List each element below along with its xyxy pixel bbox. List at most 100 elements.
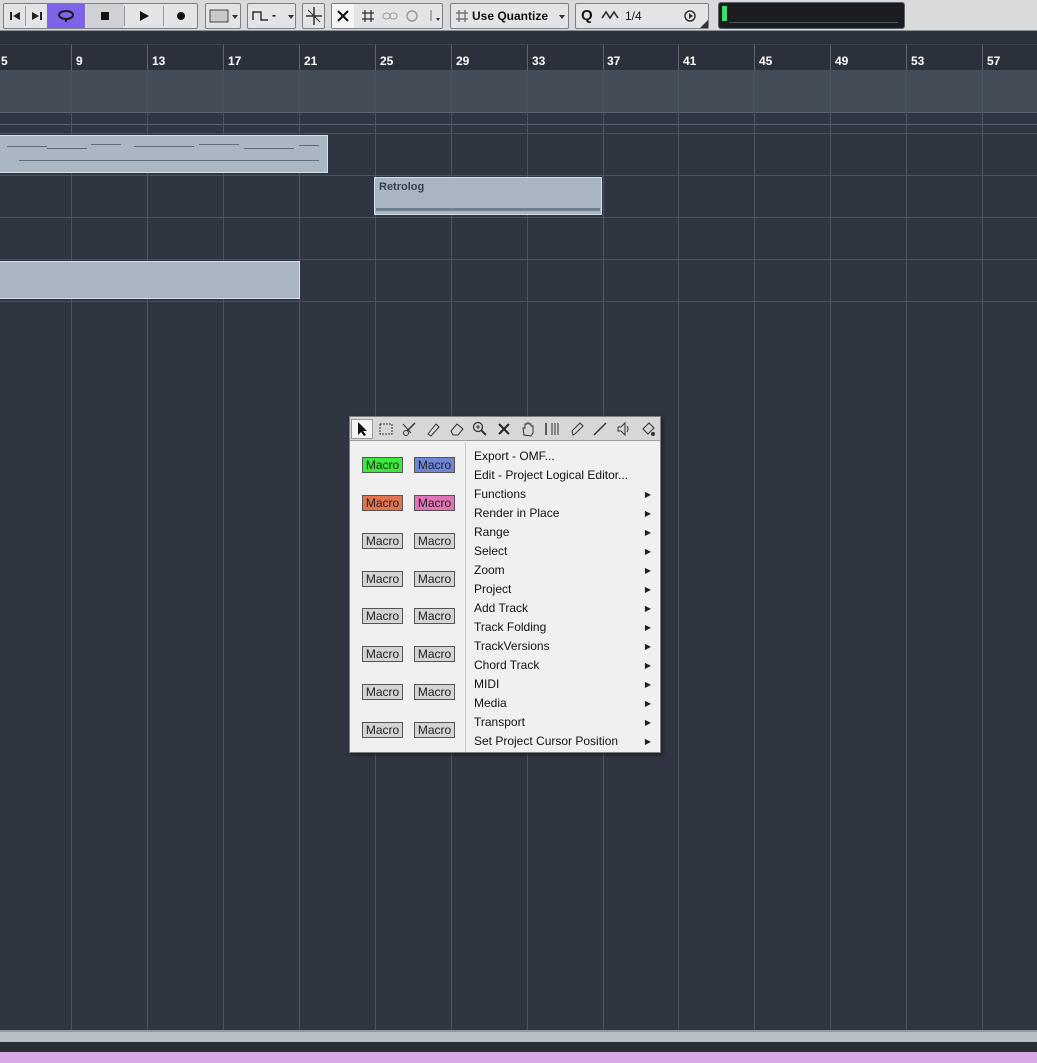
grid-line bbox=[71, 70, 72, 1030]
ruler-bar-number: 17 bbox=[228, 54, 242, 68]
chevron-down-icon bbox=[288, 15, 294, 19]
macro-button[interactable]: Macro bbox=[414, 495, 455, 511]
ruler-tick bbox=[451, 45, 452, 71]
macro-button[interactable]: Macro bbox=[414, 457, 455, 473]
macro-button[interactable]: Macro bbox=[362, 495, 403, 511]
menu-item-functions[interactable]: Functions ▶ bbox=[474, 485, 660, 504]
play-button[interactable] bbox=[125, 4, 163, 28]
macro-button[interactable]: Macro bbox=[362, 646, 403, 662]
macro-button[interactable]: Macro bbox=[362, 533, 403, 549]
menu-item-export-omf[interactable]: Export - OMF... bbox=[474, 447, 660, 466]
time-warp-tool-icon[interactable] bbox=[541, 419, 563, 439]
record-button[interactable] bbox=[164, 4, 198, 28]
menu-item-zoom[interactable]: Zoom ▶ bbox=[474, 561, 660, 580]
ruler-tick bbox=[375, 45, 376, 71]
ruler[interactable]: 5 9 13 17 21 25 29 33 37 41 45 49 53 57 bbox=[0, 44, 1037, 71]
wave-icon[interactable] bbox=[600, 6, 620, 26]
ruler-bar-number: 5 bbox=[1, 54, 8, 68]
menu-item-select[interactable]: Select ▶ bbox=[474, 542, 660, 561]
quantize-panel-icon[interactable] bbox=[683, 9, 697, 23]
insert-button[interactable] bbox=[424, 4, 442, 28]
menu-item-project[interactable]: Project ▶ bbox=[474, 580, 660, 599]
menu-item-chord-track[interactable]: Chord Track ▶ bbox=[474, 656, 660, 675]
macro-panel: Macro Macro Macro Macro Macro Macro Macr… bbox=[350, 442, 466, 752]
submenu-arrow-icon: ▶ bbox=[644, 490, 651, 499]
macro-button[interactable]: Macro bbox=[362, 571, 403, 587]
zoom-tool-icon[interactable] bbox=[469, 419, 491, 439]
macro-button[interactable]: Macro bbox=[414, 646, 455, 662]
cycle-icon bbox=[58, 10, 74, 22]
quantize-mode-dropdown[interactable]: Use Quantize bbox=[450, 3, 569, 29]
menu-item-set-project-cursor-position[interactable]: Set Project Cursor Position ▶ bbox=[474, 732, 660, 751]
auto-scroll-button[interactable] bbox=[302, 3, 325, 29]
menu-item-label: Chord Track bbox=[474, 658, 540, 672]
project-window: - Use Quantize Q 1/4 5 9 13 17 21 25 29 … bbox=[0, 0, 1037, 1063]
macro-button[interactable]: Macro bbox=[414, 722, 455, 738]
folder-track-lane[interactable] bbox=[0, 70, 1037, 112]
draw-tool-icon[interactable] bbox=[566, 419, 588, 439]
range-tool-icon[interactable] bbox=[375, 419, 397, 439]
grid-button[interactable] bbox=[358, 4, 378, 28]
grid-line bbox=[299, 70, 300, 1030]
macro-button[interactable]: Macro bbox=[414, 571, 455, 587]
ruler-tick bbox=[299, 45, 300, 71]
menu-item-render-in-place[interactable]: Render in Place ▶ bbox=[474, 504, 660, 523]
lower-zone-strip[interactable] bbox=[0, 1052, 1037, 1063]
loop-button[interactable] bbox=[402, 4, 422, 28]
event-waveform bbox=[376, 208, 600, 211]
menu-item-label: Render in Place bbox=[474, 506, 560, 520]
horizontal-scrollbar[interactable] bbox=[0, 1030, 1037, 1042]
quantize-value[interactable]: 1/4 bbox=[625, 9, 642, 23]
menu-item-project-logical-editor[interactable]: Edit - Project Logical Editor... bbox=[474, 466, 660, 485]
submenu-arrow-icon: ▶ bbox=[644, 718, 651, 727]
select-tool-icon[interactable] bbox=[351, 419, 373, 439]
menu-item-trackversions[interactable]: TrackVersions ▶ bbox=[474, 637, 660, 656]
midi-note bbox=[7, 146, 47, 147]
ruler-bar-number: 29 bbox=[456, 54, 470, 68]
macro-button[interactable]: Macro bbox=[414, 533, 455, 549]
snap-group bbox=[331, 3, 443, 29]
erase-tool-icon[interactable] bbox=[446, 419, 468, 439]
quantize-mode-label: Use Quantize bbox=[472, 9, 549, 23]
chevron-down-icon bbox=[559, 15, 565, 19]
glue-tool-icon[interactable] bbox=[422, 419, 444, 439]
menu-item-add-track[interactable]: Add Track ▶ bbox=[474, 599, 660, 618]
color-dropdown[interactable] bbox=[205, 3, 241, 29]
macro-button[interactable]: Macro bbox=[362, 684, 403, 700]
color-tool-icon[interactable] bbox=[637, 419, 659, 439]
menu-item-midi[interactable]: MIDI ▶ bbox=[474, 675, 660, 694]
go-to-end-button[interactable] bbox=[26, 4, 47, 28]
menu-item-label: Add Track bbox=[474, 601, 529, 615]
submenu-arrow-icon: ▶ bbox=[644, 623, 651, 632]
grid-line bbox=[147, 70, 148, 1030]
audio-event-retrolog[interactable]: Retrolog bbox=[374, 177, 602, 215]
macro-button[interactable]: Macro bbox=[362, 457, 403, 473]
play-tool-icon[interactable] bbox=[613, 419, 635, 439]
macro-button[interactable]: Macro bbox=[362, 608, 403, 624]
stop-button[interactable] bbox=[86, 4, 124, 28]
menu-item-media[interactable]: Media ▶ bbox=[474, 694, 660, 713]
menu-item-range[interactable]: Range ▶ bbox=[474, 523, 660, 542]
submenu-arrow-icon: ▶ bbox=[644, 566, 651, 575]
line-tool-icon[interactable] bbox=[589, 419, 611, 439]
macro-button[interactable]: Macro bbox=[414, 608, 455, 624]
midi-note bbox=[299, 145, 319, 146]
link-button[interactable] bbox=[380, 4, 400, 28]
snap-type-dropdown[interactable]: - bbox=[247, 3, 296, 29]
menu-item-track-folding[interactable]: Track Folding ▶ bbox=[474, 618, 660, 637]
q-label[interactable]: Q bbox=[581, 7, 593, 24]
midi-part[interactable] bbox=[0, 135, 328, 173]
menu-item-transport[interactable]: Transport ▶ bbox=[474, 713, 660, 732]
skip-forward-icon bbox=[31, 12, 42, 20]
split-tool-icon[interactable] bbox=[398, 419, 420, 439]
macro-button[interactable]: Macro bbox=[414, 684, 455, 700]
mute-tool-icon[interactable] bbox=[493, 419, 515, 439]
go-to-start-button[interactable] bbox=[4, 4, 25, 28]
snap-on-button[interactable] bbox=[332, 4, 354, 28]
audio-event[interactable] bbox=[0, 261, 300, 299]
macro-button[interactable]: Macro bbox=[362, 722, 403, 738]
cycle-button[interactable] bbox=[47, 4, 85, 28]
hand-tool-icon[interactable] bbox=[517, 419, 539, 439]
ruler-bar-number: 9 bbox=[76, 54, 83, 68]
crosshair-icon bbox=[306, 7, 322, 25]
